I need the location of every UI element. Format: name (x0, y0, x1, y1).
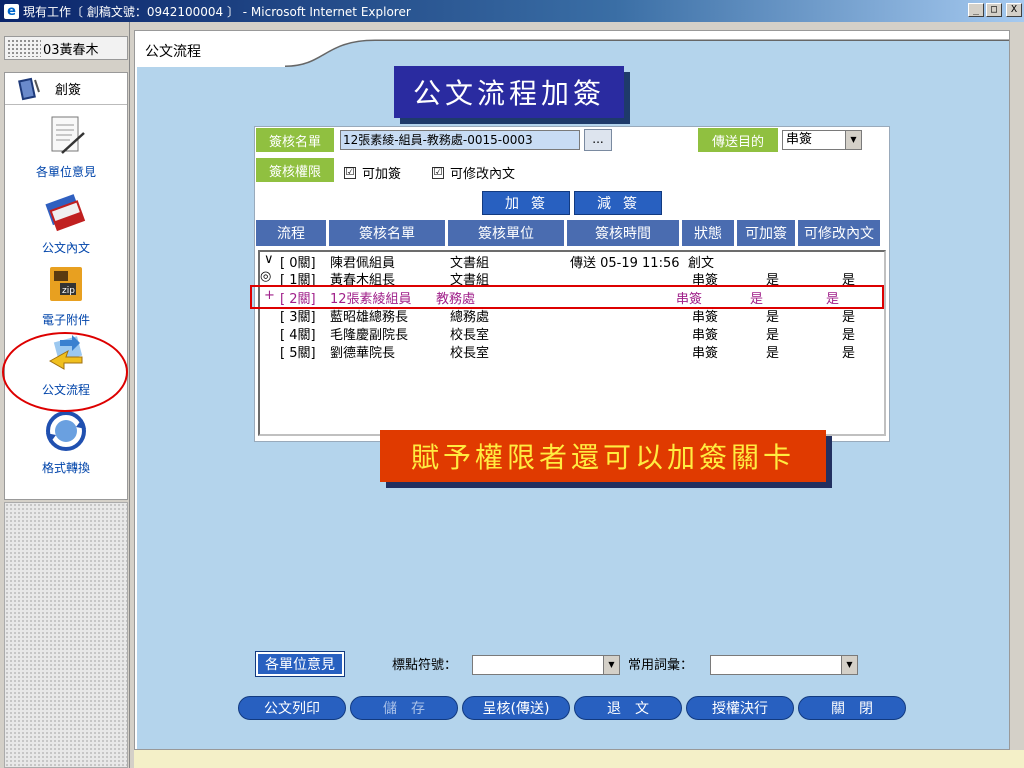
table-row[interactable]: [ 5關] 劉德華院長 校長室 串簽 是 是 (260, 342, 880, 361)
user-box: 03黃春木 (4, 36, 128, 60)
col-header-time[interactable]: 簽核時間 (567, 220, 679, 246)
sign-list-field[interactable]: 12張素綾-組員-教務處-0015-0003 (340, 130, 580, 150)
col-header-unit[interactable]: 簽核單位 (448, 220, 564, 246)
nav-item-label: 各單位意見 (35, 165, 96, 179)
row-can-edit: 是 (842, 328, 856, 343)
nav-panel: 創簽 各單位意見 公文內文 zip 電子附件 公文流程 格式轉換 (4, 72, 128, 500)
col-header-status[interactable]: 狀態 (682, 220, 734, 246)
folders-icon (42, 189, 90, 235)
row-mark: ◎ (260, 269, 272, 284)
close-form-button[interactable]: 關 閉 (798, 696, 906, 720)
can-edit-checkbox[interactable]: ☑ 可修改內文 (432, 163, 515, 182)
row-name: 劉德華院長 (330, 346, 396, 361)
nav-item-create[interactable]: 創簽 (5, 73, 127, 105)
row-step: [ 4關] (280, 328, 316, 343)
nav-item-create-label: 創簽 (55, 83, 82, 98)
destination-select[interactable]: 串簽 ▼ (782, 130, 862, 150)
browse-button[interactable]: ... (584, 129, 612, 151)
nav-item-label: 格式轉換 (41, 461, 90, 475)
destination-label: 傳送目的 (698, 128, 778, 152)
minimize-button[interactable]: _ (968, 3, 984, 17)
svg-text:zip: zip (62, 286, 75, 296)
sign-list-label: 簽核名單 (256, 128, 334, 152)
delegate-button[interactable]: 授權決行 (686, 696, 794, 720)
row-can-add: 是 (766, 346, 780, 361)
row-name: 毛隆慶副院長 (330, 328, 409, 343)
return-button[interactable]: 退 文 (574, 696, 682, 720)
col-header-can-add[interactable]: 可加簽 (737, 220, 795, 246)
ie-icon: e (4, 3, 19, 19)
nav-item-attachments[interactable]: zip 電子附件 (5, 261, 127, 328)
chevron-down-icon[interactable]: ▼ (603, 656, 619, 674)
col-header-step[interactable]: 流程 (256, 220, 326, 246)
user-name: 03黃春木 (43, 42, 99, 58)
selection-highlight-oval (2, 332, 128, 412)
print-button[interactable]: 公文列印 (238, 696, 346, 720)
right-edge (1010, 22, 1024, 768)
row-can-add: 是 (766, 328, 780, 343)
remove-signer-button[interactable]: 減簽 (574, 191, 662, 215)
row-unit: 校長室 (450, 346, 490, 361)
banner-note: 賦予權限者還可以加簽關卡 (380, 430, 826, 482)
banner-title: 公文流程加簽 (394, 66, 624, 118)
row-unit: 校長室 (450, 328, 490, 343)
col-header-can-edit[interactable]: 可修改內文 (798, 220, 880, 246)
signer-list[interactable]: ∨ [ 0關] 陳君佩組員 文書組 傳送 05-19 11:56 創文 ◎ [ … (258, 250, 886, 436)
row-can-edit: 是 (842, 346, 856, 361)
document-pen-icon (42, 113, 90, 159)
nav-item-format-convert[interactable]: 格式轉換 (5, 409, 127, 476)
checkbox-icon[interactable]: ☑ (432, 166, 444, 179)
tab-document-flow[interactable]: 公文流程 (145, 41, 201, 61)
can-edit-label: 可修改內文 (450, 167, 516, 182)
chevron-down-icon[interactable]: ▼ (841, 656, 857, 674)
zip-folder-icon: zip (42, 261, 90, 307)
col-header-name[interactable]: 簽核名單 (329, 220, 445, 246)
globe-refresh-icon (42, 409, 90, 455)
bottom-strip (134, 750, 1024, 768)
phrase-select[interactable]: ▼ (710, 655, 858, 675)
save-button[interactable]: 儲 存 (350, 696, 458, 720)
destination-value: 串簽 (786, 132, 813, 147)
book-pen-icon (17, 76, 41, 102)
table-header: 流程 簽核名單 簽核單位 簽核時間 狀態 可加簽 可修改內文 (256, 220, 880, 246)
table-row[interactable]: ∨ [ 0關] 陳君佩組員 文書組 傳送 05-19 11:56 創文 (260, 252, 880, 271)
can-add-label: 可加簽 (362, 167, 402, 182)
row-step: [ 5關] (280, 346, 316, 361)
row-status: 串簽 (692, 346, 719, 361)
sidebar-empty-area (4, 502, 128, 768)
window-titlebar: e 現有工作〔 創稿文號：0942100004 〕 - Microsoft In… (0, 0, 1024, 22)
row-highlight-outline (250, 285, 884, 309)
chevron-down-icon[interactable]: ▼ (845, 131, 861, 149)
can-add-checkbox[interactable]: ☑ 可加簽 (344, 163, 401, 182)
sidebar: 03黃春木 創簽 各單位意見 公文內文 zip 電子附件 公文流程 格式轉換 (0, 22, 130, 768)
phrase-label: 常用詞彙： (628, 658, 694, 673)
submit-button[interactable]: 呈核(傳送) (462, 696, 570, 720)
nav-item-label: 電子附件 (41, 313, 90, 327)
punctuation-label: 標點符號： (392, 658, 458, 673)
close-button[interactable]: X (1006, 3, 1022, 17)
row-mark: ∨ (264, 252, 274, 267)
table-row[interactable]: [ 4關] 毛隆慶副院長 校長室 串簽 是 是 (260, 324, 880, 343)
nav-item-label: 公文內文 (41, 241, 90, 255)
nav-item-unit-opinions[interactable]: 各單位意見 (5, 113, 127, 180)
nav-item-document-body[interactable]: 公文內文 (5, 189, 127, 256)
grip-icon (7, 39, 41, 57)
tab-strip: 公文流程 (135, 31, 1009, 67)
unit-opinions-button[interactable]: 各單位意見 (255, 651, 345, 677)
add-signer-button[interactable]: 加簽 (482, 191, 570, 215)
action-buttons: 公文列印 儲 存 呈核(傳送) 退 文 授權決行 關 閉 (238, 696, 906, 720)
checkbox-icon[interactable]: ☑ (344, 166, 356, 179)
punctuation-select[interactable]: ▼ (472, 655, 620, 675)
row-status: 串簽 (692, 328, 719, 343)
permission-label: 簽核權限 (256, 158, 334, 182)
maximize-button[interactable]: □ (986, 3, 1002, 17)
window-title: 現有工作〔 創稿文號：0942100004 〕 - Microsoft Inte… (23, 4, 411, 19)
